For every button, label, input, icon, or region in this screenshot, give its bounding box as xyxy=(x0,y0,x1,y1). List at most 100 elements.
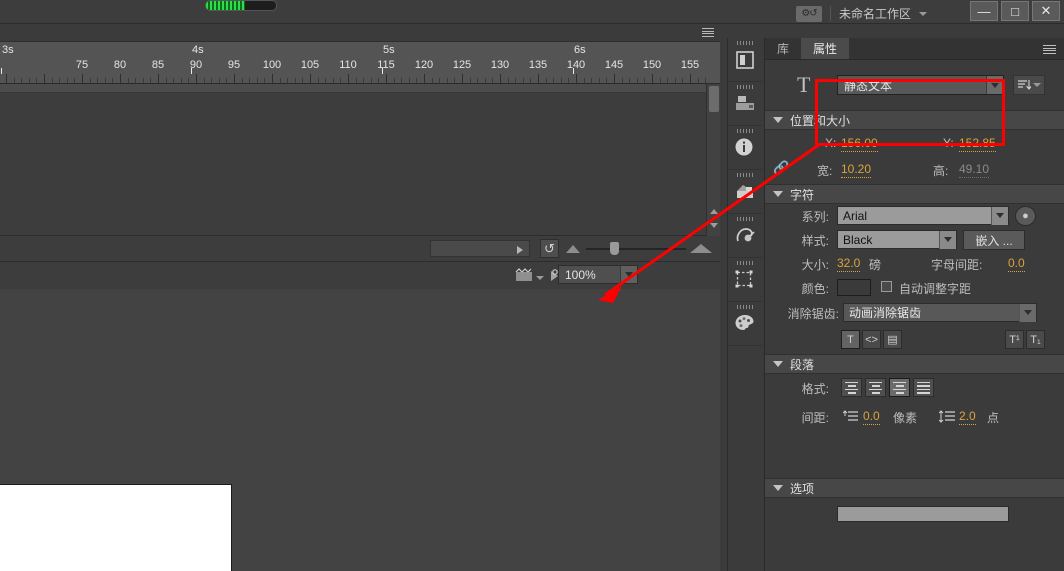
maximize-button[interactable]: □ xyxy=(1001,1,1029,21)
render-as-html-icon[interactable]: <> xyxy=(862,330,881,349)
chevron-down-icon[interactable] xyxy=(1033,83,1041,87)
workspace-switcher[interactable]: ⚙↺ 未命名工作区 xyxy=(795,5,927,22)
drag-grip[interactable] xyxy=(737,173,753,177)
panel-menu-icon[interactable] xyxy=(1043,45,1056,54)
format-label: 格式: xyxy=(801,382,829,396)
drag-grip[interactable] xyxy=(737,129,753,133)
chevron-down-icon[interactable] xyxy=(919,11,927,16)
size-value[interactable]: 32.0 xyxy=(837,256,861,272)
scene-button[interactable] xyxy=(514,266,544,284)
scroll-up-icon[interactable] xyxy=(710,209,718,214)
indent-value[interactable]: 0.0 xyxy=(863,409,880,425)
superscript-icon[interactable]: T¹ xyxy=(1005,330,1024,349)
height-value[interactable]: 49.10 xyxy=(959,162,990,178)
timeline-vertical-scrollbar[interactable] xyxy=(706,84,720,236)
stage-area[interactable] xyxy=(0,289,720,571)
ruler-tick xyxy=(211,78,213,83)
embed-button[interactable]: 嵌入 ... xyxy=(963,230,1025,250)
close-button[interactable]: ✕ xyxy=(1032,1,1060,21)
align-left-icon[interactable] xyxy=(841,378,862,397)
text-type-dropdown[interactable]: 静态文本 xyxy=(837,75,1004,95)
chevron-down-icon[interactable] xyxy=(773,361,783,367)
section-options[interactable]: 选项 xyxy=(765,478,1064,498)
drag-grip[interactable] xyxy=(737,217,753,221)
drag-grip[interactable] xyxy=(737,85,753,89)
dock-item-transform[interactable] xyxy=(728,258,762,302)
minimize-button[interactable]: — xyxy=(970,1,998,21)
section-title: 位置和大小 xyxy=(790,113,851,128)
ruler-tick xyxy=(120,74,121,83)
frame-value-field[interactable] xyxy=(430,240,530,257)
line-spacing-value[interactable]: 2.0 xyxy=(959,409,976,425)
dock-item-color-palette[interactable] xyxy=(728,302,762,346)
chevron-down-icon[interactable] xyxy=(773,191,783,197)
width-value[interactable]: 10.20 xyxy=(841,162,872,178)
dock-item-library[interactable] xyxy=(728,38,762,82)
link-constrain-icon[interactable]: 🔗 xyxy=(773,160,789,176)
timeline-ruler[interactable]: 3s 4s 5s 6s 75 80 85 90 95 100 105 110 115 120 125 130 1… xyxy=(0,42,720,84)
dock-item-swatches[interactable] xyxy=(728,214,762,258)
dock-item-align[interactable] xyxy=(728,82,762,126)
chevron-down-icon[interactable] xyxy=(773,117,783,123)
align-icon xyxy=(734,93,756,115)
ruler-tick xyxy=(180,78,182,83)
zoom-level-select[interactable]: 100% xyxy=(558,265,638,284)
show-border-icon[interactable]: ▤ xyxy=(883,330,902,349)
ruler-frame-label: 85 xyxy=(151,59,165,71)
options-field[interactable] xyxy=(837,506,1009,522)
ruler-tick xyxy=(142,78,144,83)
font-style-select[interactable]: Black xyxy=(837,230,957,249)
align-center-icon[interactable] xyxy=(865,378,886,397)
loop-button[interactable]: ↺ xyxy=(540,239,559,258)
chevron-down-icon[interactable] xyxy=(773,485,783,491)
onion-range-slider[interactable] xyxy=(586,248,686,250)
drag-grip[interactable] xyxy=(737,305,753,309)
scrollbar-thumb[interactable] xyxy=(709,86,719,112)
timeline-layers-area[interactable] xyxy=(0,84,720,236)
section-character[interactable]: 字符 xyxy=(765,184,1064,204)
section-position-size[interactable]: 位置和大小 xyxy=(765,110,1064,130)
chevron-down-icon[interactable] xyxy=(536,276,544,280)
chevron-down-icon[interactable] xyxy=(939,230,956,249)
x-value[interactable]: 156.00 xyxy=(841,136,878,152)
chevron-down-icon[interactable] xyxy=(620,266,637,283)
window-controls: — □ ✕ xyxy=(970,1,1060,21)
drag-grip[interactable] xyxy=(737,41,753,45)
slider-knob[interactable] xyxy=(610,242,619,255)
ruler-tick xyxy=(401,78,403,83)
panel-menu-icon[interactable] xyxy=(702,28,714,37)
chevron-down-icon[interactable] xyxy=(986,76,1003,94)
section-paragraph[interactable]: 段落 xyxy=(765,354,1064,374)
ruler-tick xyxy=(256,78,258,83)
workspace-switch-icon[interactable]: ⚙↺ xyxy=(795,5,822,22)
font-family-select[interactable]: Arial xyxy=(837,206,1009,225)
dock-item-info[interactable] xyxy=(728,126,762,170)
ruler-second-mark xyxy=(1,68,2,74)
chevron-down-icon[interactable] xyxy=(1019,303,1036,322)
ruler-frame-label: 120 xyxy=(414,59,434,71)
stage-canvas[interactable] xyxy=(0,484,232,571)
section-title: 字符 xyxy=(790,187,815,202)
font-preview-icon[interactable]: ● xyxy=(1015,206,1036,226)
align-right-icon[interactable] xyxy=(889,378,910,397)
antialias-select[interactable]: 动画消除锯齿 xyxy=(843,303,1037,322)
align-justify-icon[interactable] xyxy=(913,378,934,397)
onion-skin-small-icon[interactable] xyxy=(566,245,580,253)
scroll-down-icon[interactable] xyxy=(710,223,718,228)
play-icon[interactable] xyxy=(517,246,523,254)
subscript-icon[interactable]: T₁ xyxy=(1026,330,1045,349)
text-direction-button[interactable] xyxy=(1013,75,1045,95)
selectable-text-icon[interactable]: T xyxy=(841,330,860,349)
drag-grip[interactable] xyxy=(737,261,753,265)
y-value[interactable]: 152.85 xyxy=(959,136,996,152)
auto-kern-checkbox[interactable] xyxy=(881,281,892,292)
tab-library[interactable]: 库 xyxy=(765,38,802,59)
ruler-tick xyxy=(66,78,68,83)
dock-item-color-mixer[interactable] xyxy=(728,170,762,214)
text-color-swatch[interactable] xyxy=(837,279,871,296)
frame-grid[interactable] xyxy=(0,84,706,93)
tab-properties[interactable]: 属性 xyxy=(801,38,850,59)
onion-skin-large-icon[interactable] xyxy=(690,244,712,253)
chevron-down-icon[interactable] xyxy=(991,206,1008,225)
letter-spacing-value[interactable]: 0.0 xyxy=(1008,256,1025,272)
